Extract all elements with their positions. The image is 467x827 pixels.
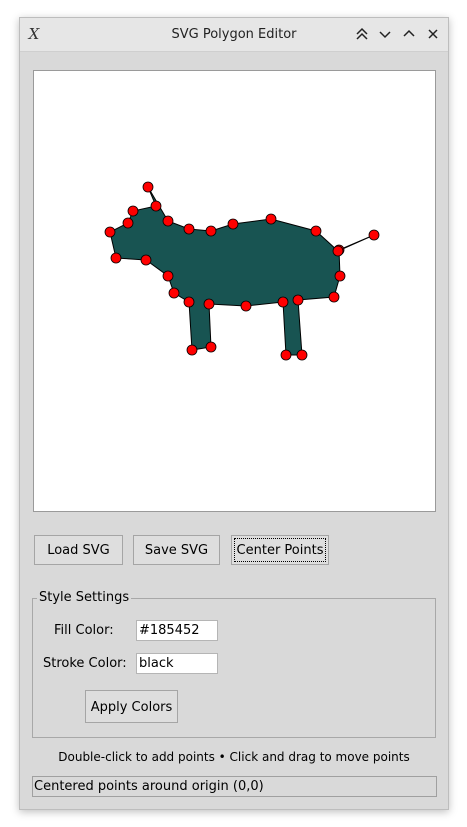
close-icon[interactable]	[424, 25, 442, 43]
vertex-handle[interactable]	[280, 349, 292, 361]
vertex-handle[interactable]	[368, 229, 380, 241]
title-bar[interactable]: X SVG Polygon Editor	[20, 18, 448, 52]
vertex-handle[interactable]	[162, 270, 174, 282]
fill-color-field[interactable]	[136, 620, 218, 641]
keep-above-icon[interactable]	[353, 25, 371, 43]
vertex-handle[interactable]	[277, 296, 289, 308]
stroke-color-label: Stroke Color:	[43, 656, 127, 671]
vertex-handle[interactable]	[110, 252, 122, 264]
vertex-handle[interactable]	[162, 215, 174, 227]
vertex-handle[interactable]	[150, 200, 162, 212]
vertex-handle[interactable]	[140, 254, 152, 266]
vertex-handle[interactable]	[205, 341, 217, 353]
vertex-handle[interactable]	[168, 287, 180, 299]
style-settings-title: Style Settings	[37, 589, 132, 607]
maximize-icon[interactable]	[400, 25, 418, 43]
vertex-handle[interactable]	[292, 294, 304, 306]
vertex-handle[interactable]	[334, 270, 346, 282]
stroke-color-field[interactable]	[136, 653, 218, 674]
vertex-handle[interactable]	[186, 344, 198, 356]
app-window: X SVG Polygon Editor Load SVG Save SVG C…	[19, 17, 449, 810]
center-points-button[interactable]: Center Points	[231, 535, 329, 565]
vertex-handle[interactable]	[227, 218, 239, 230]
vertex-handle[interactable]	[104, 226, 116, 238]
vertex-handle[interactable]	[240, 300, 252, 312]
drawing-canvas[interactable]	[33, 70, 436, 512]
vertex-handle[interactable]	[183, 296, 195, 308]
vertex-handle[interactable]	[332, 245, 344, 257]
fill-color-label: Fill Color:	[54, 623, 114, 638]
vertex-handle[interactable]	[203, 298, 215, 310]
usage-hint: Double-click to add points • Click and d…	[58, 750, 410, 764]
canvas-svg[interactable]	[34, 71, 435, 511]
polygon-shape[interactable]	[109, 186, 375, 356]
vertex-handle[interactable]	[127, 205, 139, 217]
vertex-handle[interactable]	[265, 213, 277, 225]
vertex-handle[interactable]	[183, 223, 195, 235]
vertex-handle[interactable]	[328, 291, 340, 303]
status-bar: Centered points around origin (0,0)	[32, 776, 437, 797]
minimize-icon[interactable]	[376, 25, 394, 43]
save-svg-button[interactable]: Save SVG	[133, 535, 220, 565]
vertex-handle[interactable]	[122, 217, 134, 229]
load-svg-button[interactable]: Load SVG	[34, 535, 123, 565]
vertex-handle[interactable]	[296, 349, 308, 361]
vertex-handle[interactable]	[310, 225, 322, 237]
apply-colors-button[interactable]: Apply Colors	[85, 690, 178, 723]
vertex-handle[interactable]	[142, 181, 154, 193]
vertex-handle[interactable]	[205, 225, 217, 237]
